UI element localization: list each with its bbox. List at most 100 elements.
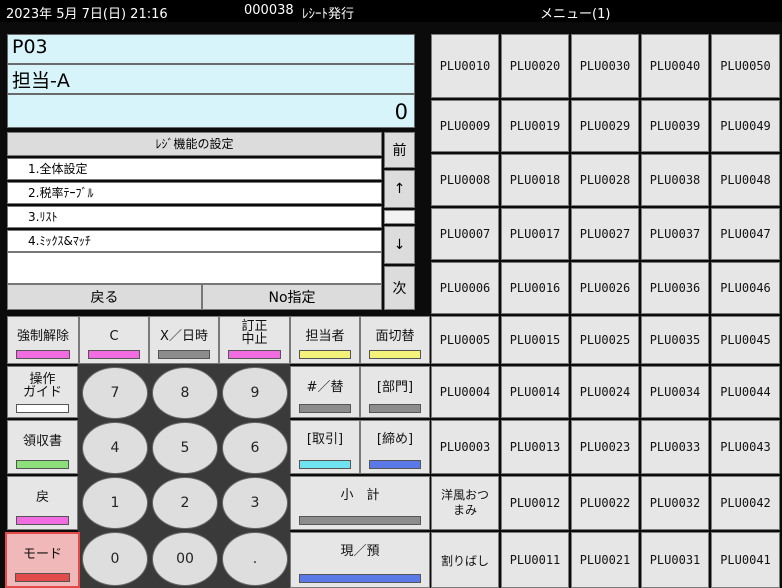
numpad-key-9[interactable]: 9 [222, 367, 288, 419]
hash-label: #／替 [306, 380, 344, 395]
hash-switch-button[interactable]: #／替 [290, 366, 360, 418]
plu-key-r8-c4[interactable]: PLU0033 [641, 420, 709, 474]
next-page-button[interactable]: 次 [384, 266, 415, 310]
close-label: [締め] [376, 432, 414, 447]
close-button[interactable]: [締め] [360, 420, 430, 474]
plu-key-r4-c3[interactable]: PLU0027 [571, 208, 639, 260]
void-label-bottom: 中止 [241, 332, 268, 347]
numpad-key-0[interactable]: 0 [82, 532, 148, 586]
menu-item-tax-table[interactable]: 2.税率ﾃｰﾌﾞﾙ [7, 182, 382, 204]
numpad-key-1[interactable]: 1 [82, 477, 148, 529]
plu-key-r9-c5[interactable]: PLU0042 [711, 476, 780, 530]
plu-key-r10-c4[interactable]: PLU0031 [641, 532, 709, 588]
plu-key-r2-c1[interactable]: PLU0009 [431, 100, 499, 152]
numpad-key-4[interactable]: 4 [82, 422, 148, 474]
plu-key-r5-c3[interactable]: PLU0026 [571, 262, 639, 314]
menu-item-list[interactable]: 3.ﾘｽﾄ [7, 206, 382, 228]
plu-key-r6-c4[interactable]: PLU0035 [641, 316, 709, 364]
scroll-down-button[interactable]: ↓ [384, 226, 415, 264]
plu-key-r4-c4[interactable]: PLU0037 [641, 208, 709, 260]
plu-key-r6-c1[interactable]: PLU0005 [431, 316, 499, 364]
numpad-key-6[interactable]: 6 [222, 422, 288, 474]
plu-key-r6-c3[interactable]: PLU0025 [571, 316, 639, 364]
display-line-1: P03 [7, 34, 415, 64]
plu-key-r5-c5[interactable]: PLU0046 [711, 262, 780, 314]
dept-color-bar [369, 404, 421, 413]
plu-key-r8-c1[interactable]: PLU0003 [431, 420, 499, 474]
plu-key-r1-c3[interactable]: PLU0030 [571, 34, 639, 98]
plu-key-r2-c3[interactable]: PLU0029 [571, 100, 639, 152]
numpad-key-dot[interactable]: . [222, 532, 288, 586]
scroll-up-button[interactable]: ↑ [384, 170, 415, 208]
plu-key-r3-c2[interactable]: PLU0018 [501, 154, 569, 206]
plu-key-r7-c5[interactable]: PLU0044 [711, 366, 780, 418]
plu-key-r1-c2[interactable]: PLU0020 [501, 34, 569, 98]
menu-item-mix-match[interactable]: 4.ﾐｯｸｽ&ﾏｯﾁ [7, 230, 382, 252]
dept-button[interactable]: [部門] [360, 366, 430, 418]
plu-key-r1-c5[interactable]: PLU0050 [711, 34, 780, 98]
numpad-key-00[interactable]: 00 [152, 532, 218, 586]
plu-key-r3-c4[interactable]: PLU0038 [641, 154, 709, 206]
back-button[interactable]: 戻る [7, 284, 202, 310]
plu-key-r7-c4[interactable]: PLU0034 [641, 366, 709, 418]
plu-key-r2-c2[interactable]: PLU0019 [501, 100, 569, 152]
scrollbar-track[interactable] [384, 210, 415, 224]
plu-key-r4-c1[interactable]: PLU0007 [431, 208, 499, 260]
cash-button[interactable]: 現／預 [290, 532, 430, 588]
plu-key-r6-c5[interactable]: PLU0045 [711, 316, 780, 364]
plu-key-r4-c5[interactable]: PLU0047 [711, 208, 780, 260]
plu-key-r9-c4[interactable]: PLU0032 [641, 476, 709, 530]
no-spec-button[interactable]: No指定 [202, 284, 382, 310]
plu-key-r2-c5[interactable]: PLU0049 [711, 100, 780, 152]
plu-key-r3-c1[interactable]: PLU0008 [431, 154, 499, 206]
receipt-button[interactable]: 領収書 [7, 420, 78, 474]
plu-key-r1-c4[interactable]: PLU0040 [641, 34, 709, 98]
subtotal-button[interactable]: 小 計 [290, 476, 430, 530]
plu-key-r7-c3[interactable]: PLU0024 [571, 366, 639, 418]
display-clerk: 担当-A [12, 70, 70, 92]
plu-key-r3-c3[interactable]: PLU0028 [571, 154, 639, 206]
menu-item-general[interactable]: 1.全体設定 [7, 158, 382, 180]
prev-page-button[interactable]: 前 [384, 132, 415, 168]
numpad-key-5[interactable]: 5 [152, 422, 218, 474]
force-cancel-button[interactable]: 強制解除 [7, 316, 79, 364]
transaction-button[interactable]: [取引] [290, 420, 360, 474]
mode-button[interactable]: モード [5, 532, 80, 588]
plu-key-r3-c5[interactable]: PLU0048 [711, 154, 780, 206]
plu-key-r1-c1[interactable]: PLU0010 [431, 34, 499, 98]
numpad-key-3[interactable]: 3 [222, 477, 288, 529]
numpad-key-2[interactable]: 2 [152, 477, 218, 529]
plu-key-r7-c2[interactable]: PLU0014 [501, 366, 569, 418]
plu-key-r9-c1[interactable]: 洋風おつまみ [431, 476, 499, 530]
plu-key-r10-c2[interactable]: PLU0011 [501, 532, 569, 588]
status-receipt-no: 000038 [244, 3, 294, 18]
numpad-key-7[interactable]: 7 [82, 367, 148, 419]
display-amount: 0 [394, 100, 408, 124]
plu-key-r7-c1[interactable]: PLU0004 [431, 366, 499, 418]
close-color-bar [369, 460, 421, 469]
plu-key-r5-c4[interactable]: PLU0036 [641, 262, 709, 314]
plu-key-r8-c5[interactable]: PLU0043 [711, 420, 780, 474]
plu-key-r4-c2[interactable]: PLU0017 [501, 208, 569, 260]
plu-key-r10-c1[interactable]: 割りばし [431, 532, 499, 588]
x-datetime-button[interactable]: X／日時 [149, 316, 219, 364]
return-button[interactable]: 戻 [7, 476, 78, 530]
plu-key-r2-c4[interactable]: PLU0039 [641, 100, 709, 152]
plu-key-r10-c3[interactable]: PLU0021 [571, 532, 639, 588]
face-switch-button[interactable]: 面切替 [360, 316, 430, 364]
numpad-key-8[interactable]: 8 [152, 367, 218, 419]
guide-color-bar [16, 404, 69, 413]
plu-key-r9-c2[interactable]: PLU0012 [501, 476, 569, 530]
plu-key-r8-c3[interactable]: PLU0023 [571, 420, 639, 474]
void-button[interactable]: 訂正 中止 [219, 316, 290, 364]
plu-key-r8-c2[interactable]: PLU0013 [501, 420, 569, 474]
plu-key-r5-c1[interactable]: PLU0006 [431, 262, 499, 314]
plu-key-r10-c5[interactable]: PLU0041 [711, 532, 780, 588]
clerk-button[interactable]: 担当者 [290, 316, 360, 364]
plu-key-r9-c3[interactable]: PLU0022 [571, 476, 639, 530]
plu-key-r6-c2[interactable]: PLU0015 [501, 316, 569, 364]
plu-key-r5-c2[interactable]: PLU0016 [501, 262, 569, 314]
operation-guide-button[interactable]: 操作 ガイド [7, 366, 78, 418]
clear-button[interactable]: C [79, 316, 149, 364]
receipt-color-bar [16, 460, 69, 469]
